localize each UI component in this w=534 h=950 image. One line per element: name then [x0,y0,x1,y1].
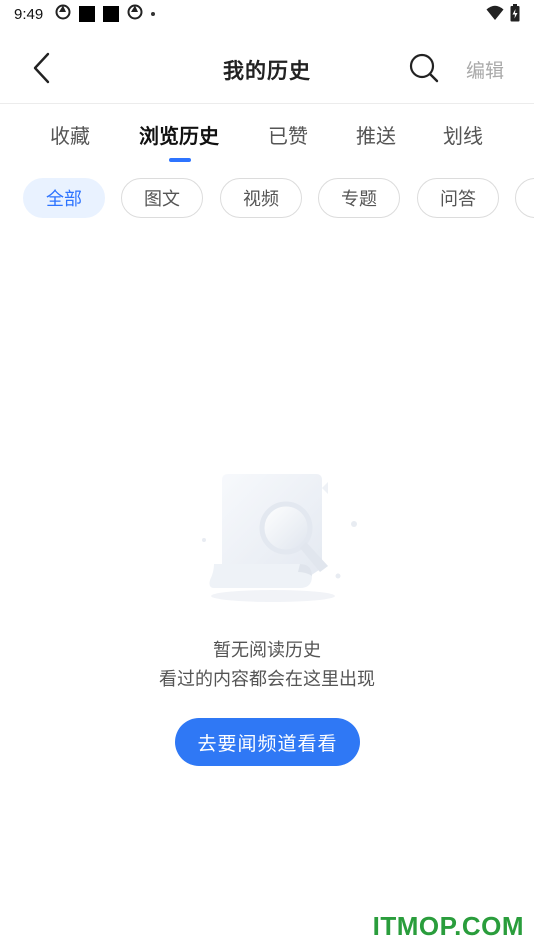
go-to-news-button[interactable]: 去要闻频道看看 [175,718,360,766]
active-tab-indicator [169,158,191,162]
page-title: 我的历史 [223,59,311,83]
aperture-icon [55,4,71,24]
tab-favorites[interactable]: 收藏 [50,120,90,149]
chip-topics[interactable]: 专题 [318,178,400,218]
aperture-icon [127,4,143,24]
chip-all[interactable]: 全部 [23,178,105,218]
chip-videos[interactable]: 视频 [220,178,302,218]
chip-articles[interactable]: 图文 [121,178,203,218]
tab-pushed[interactable]: 推送 [356,120,396,149]
search-icon [409,53,439,87]
edit-button[interactable]: 编辑 [466,56,504,83]
status-right [486,4,520,26]
screen: 9:49 我的历史 编辑 收藏 浏览历史 已赞 推送 划线 全部 图文 视频 专… [0,0,534,950]
search-button[interactable] [404,50,444,90]
square-icon [103,6,120,22]
square-icon [79,6,96,22]
status-time: 9:49 [14,5,44,23]
document-search-icon [188,468,358,608]
filter-chips: 全部 图文 视频 专题 问答 [0,176,534,220]
empty-state-title: 暂无阅读历史 [213,640,321,661]
header: 我的历史 编辑 [0,36,534,104]
status-bar: 9:49 [0,0,534,28]
watermark: ITMOP.COM [372,911,524,941]
tab-liked[interactable]: 已赞 [268,120,308,149]
chip-qa[interactable]: 问答 [417,178,499,218]
tab-browse-history[interactable]: 浏览历史 [139,120,219,149]
wifi-icon [486,5,504,25]
tab-highlights[interactable]: 划线 [443,120,483,149]
empty-state-subtitle: 看过的内容都会在这里出现 [159,669,375,690]
dot-icon [151,12,156,16]
history-tabs: 收藏 浏览历史 已赞 推送 划线 [0,104,534,168]
battery-charging-icon [510,4,520,26]
chip-more[interactable] [515,178,534,218]
